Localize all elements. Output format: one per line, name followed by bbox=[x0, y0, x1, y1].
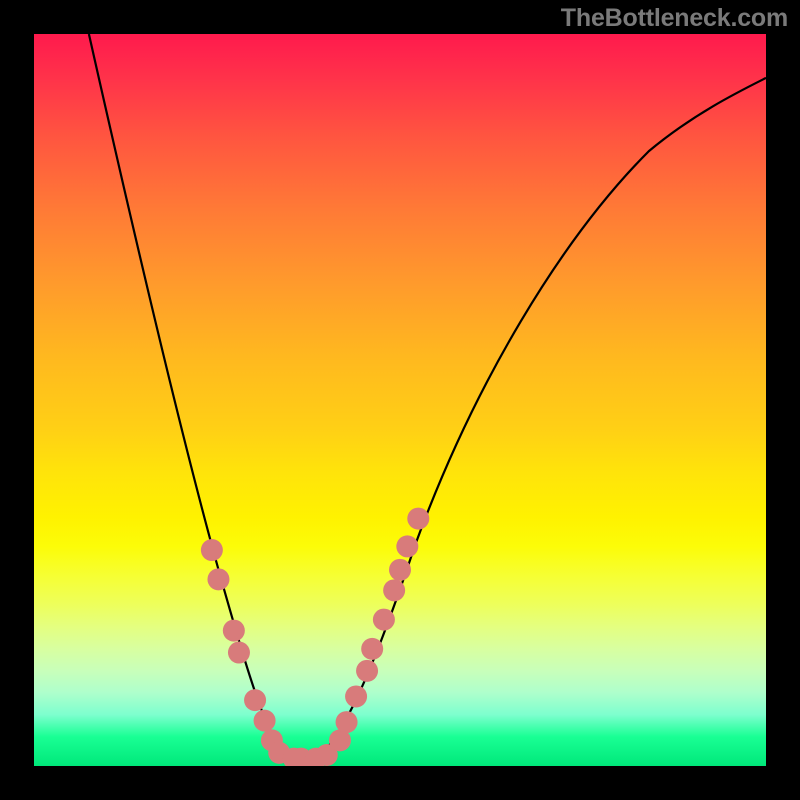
data-point bbox=[207, 568, 229, 590]
data-points-group bbox=[201, 508, 429, 766]
data-point bbox=[407, 508, 429, 530]
data-point bbox=[389, 559, 411, 581]
data-point bbox=[396, 535, 418, 557]
data-point bbox=[361, 638, 383, 660]
chart-plot-area bbox=[34, 34, 766, 766]
data-point bbox=[223, 620, 245, 642]
watermark-text: TheBottleneck.com bbox=[561, 4, 788, 33]
data-point bbox=[336, 711, 358, 733]
data-point bbox=[201, 539, 223, 561]
data-point bbox=[356, 660, 378, 682]
bottleneck-curve-line bbox=[89, 34, 766, 766]
data-point bbox=[228, 642, 250, 664]
data-point bbox=[383, 579, 405, 601]
data-point bbox=[345, 685, 367, 707]
chart-svg bbox=[34, 34, 766, 766]
data-point bbox=[373, 609, 395, 631]
data-point bbox=[244, 689, 266, 711]
data-point bbox=[254, 710, 276, 732]
